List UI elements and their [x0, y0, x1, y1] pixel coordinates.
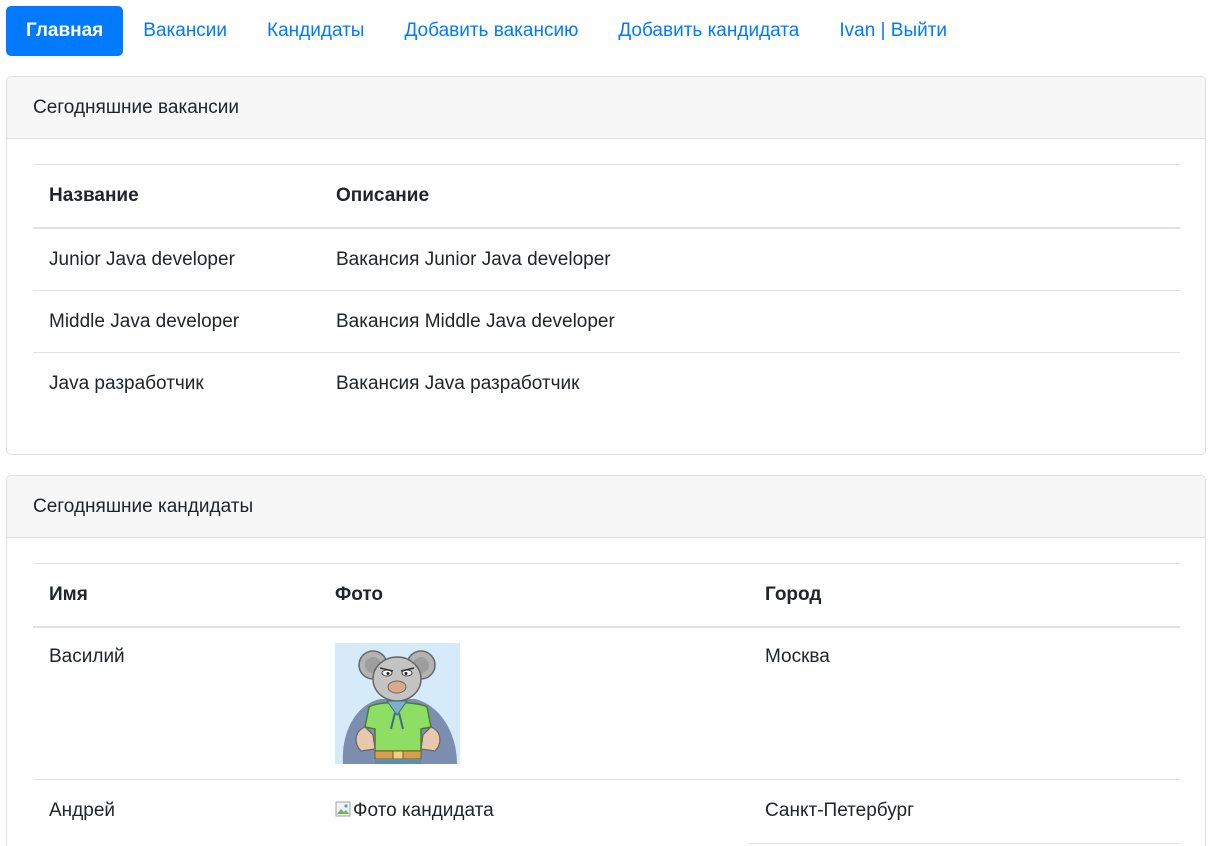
nav-add-candidate[interactable]: Добавить кандидата	[598, 6, 819, 56]
vacancy-description: Вакансия Middle Java developer	[320, 290, 1180, 353]
candidate-name: Василий	[33, 627, 319, 780]
table-row: Middle Java developer Вакансия Middle Ja…	[33, 290, 1180, 353]
candidate-city: Санкт-Петербург	[749, 779, 1180, 844]
vacancies-card: Сегодняшние вакансии Название Описание J…	[6, 76, 1206, 455]
candidate-photo-alt: Фото кандидата	[353, 799, 494, 821]
column-header-photo: Фото	[319, 563, 749, 628]
column-header-name: Название	[33, 164, 320, 229]
main-nav: Главная Вакансии Кандидаты Добавить вака…	[6, 6, 967, 56]
candidates-card: Сегодняшние кандидаты Имя Фото Город Вас…	[6, 475, 1206, 846]
table-row: Junior Java developer Вакансия Junior Ja…	[33, 228, 1180, 291]
nav-add-vacancy[interactable]: Добавить вакансию	[384, 6, 598, 56]
table-row: Василий Москва	[33, 627, 1180, 780]
column-header-name: Имя	[33, 563, 319, 628]
nav-user-logout[interactable]: Ivan | Выйти	[819, 6, 967, 56]
column-header-description: Описание	[320, 164, 1180, 229]
vacancies-table: Название Описание Junior Java developer …	[33, 164, 1180, 414]
candidates-card-body: Имя Фото Город Василий Москва Андрей Фот…	[7, 538, 1205, 844]
nav-vacancies[interactable]: Вакансии	[123, 6, 247, 56]
vacancies-card-body: Название Описание Junior Java developer …	[7, 139, 1205, 414]
table-row: Java разработчик Вакансия Java разработч…	[33, 353, 1180, 415]
vacancy-name: Junior Java developer	[33, 228, 320, 291]
candidates-header-row: Имя Фото Город	[33, 563, 1180, 628]
candidate-photo-cell	[319, 627, 749, 780]
column-header-city: Город	[749, 563, 1180, 628]
broken-image-icon	[335, 801, 351, 816]
vacancy-name: Java разработчик	[49, 373, 204, 394]
candidates-table: Имя Фото Город Василий Москва Андрей Фот…	[33, 563, 1180, 844]
candidate-photo-broken: Фото кандидата	[335, 800, 494, 822]
table-row: Андрей Фото кандидата Санкт-Петербург	[33, 779, 1180, 844]
vacancy-description: Вакансия Java разработчик	[336, 373, 580, 394]
nav-candidates[interactable]: Кандидаты	[247, 6, 384, 56]
vacancies-card-title: Сегодняшние вакансии	[7, 77, 1205, 139]
candidate-photo	[335, 643, 460, 764]
candidates-card-title: Сегодняшние кандидаты	[7, 476, 1205, 538]
candidate-photo-cell: Фото кандидата	[319, 779, 749, 843]
vacancy-name: Middle Java developer	[33, 290, 320, 353]
candidate-city: Москва	[749, 627, 1180, 780]
candidate-name: Андрей	[49, 799, 115, 821]
vacancy-description: Вакансия Junior Java developer	[320, 228, 1180, 291]
vacancies-header-row: Название Описание	[33, 164, 1180, 229]
nav-home[interactable]: Главная	[6, 6, 124, 56]
